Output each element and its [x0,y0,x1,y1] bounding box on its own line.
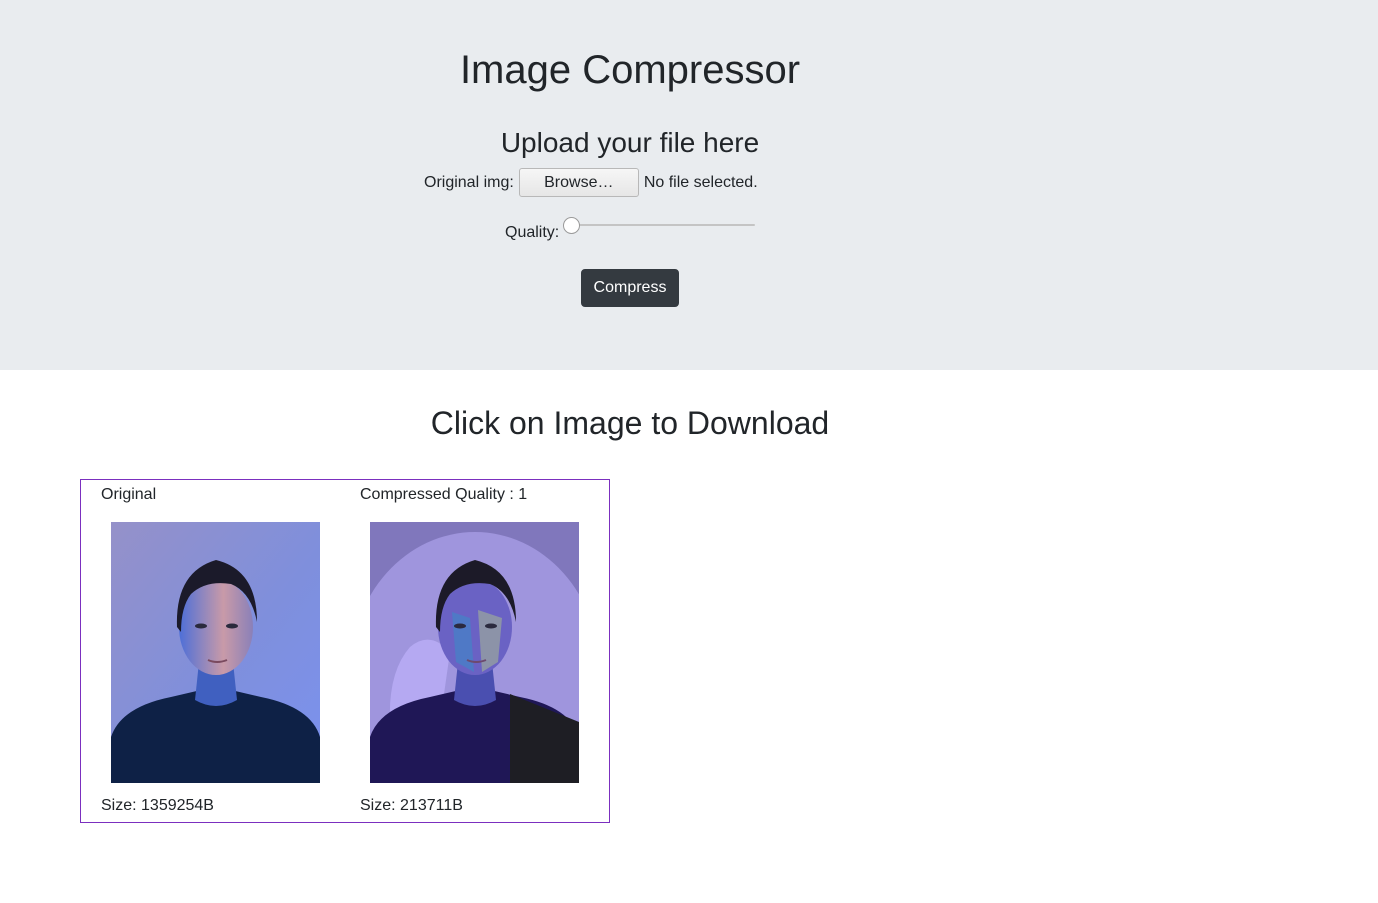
original-label: Original [101,486,157,503]
compressed-column: Compressed Quality : 1 Size: 213711B [340,480,599,822]
quality-row: Quality: [505,216,756,241]
upload-section: Image Compressor Upload your file here O… [0,0,1378,370]
results-panel: Original Size: 1359254B Compressed Quali… [80,479,610,823]
quality-slider-thumb[interactable] [563,217,581,234]
file-status-text: No file selected. [643,173,758,191]
compressed-size: Size: 213711B [360,797,463,814]
quality-slider[interactable] [563,216,756,236]
upload-heading: Upload your file here [500,127,760,158]
compressed-label: Compressed Quality : 1 [360,486,528,503]
compress-button[interactable]: Compress [581,269,679,307]
original-image[interactable] [111,522,320,783]
download-heading: Click on Image to Download [430,405,830,441]
file-input-label: Original img: [424,173,514,191]
page-title: Image Compressor [459,48,801,92]
browse-button[interactable]: Browse… [518,168,639,197]
original-portrait-image[interactable] [111,522,320,783]
quality-label: Quality: [505,224,560,241]
compressed-image[interactable] [370,522,579,783]
quality-slider-track[interactable] [567,224,756,226]
file-input-row: Original img: Browse… No file selected. [424,168,758,197]
compressed-portrait-image[interactable] [370,522,579,783]
original-size: Size: 1359254B [101,797,214,814]
original-column: Original Size: 1359254B [81,480,340,822]
